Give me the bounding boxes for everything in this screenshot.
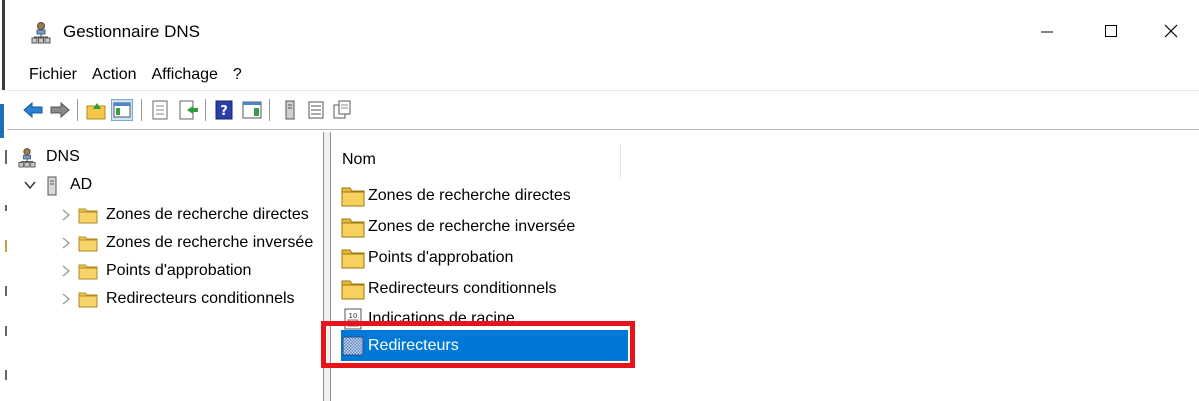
left-screen-edge (0, 0, 7, 401)
tree-node-reverse-zones[interactable]: Zones de recherche inversée (58, 230, 313, 256)
tree-node-server[interactable]: AD (22, 172, 92, 198)
maximize-button[interactable] (1083, 12, 1139, 54)
back-arrow-icon[interactable] (22, 99, 44, 121)
tree-node-forward-zones[interactable]: Zones de recherche directes (58, 202, 309, 228)
server-icon (42, 176, 62, 196)
menu-bar: Fichier Action Affichage ? (7, 60, 1199, 90)
window-title: Gestionnaire DNS (63, 22, 201, 41)
highlight-annotation (321, 321, 635, 368)
properties-icon[interactable] (149, 99, 171, 121)
dns-manager-icon (18, 148, 38, 168)
menu-affichage[interactable]: Affichage (151, 65, 217, 85)
menu-help[interactable]: ? (233, 65, 242, 85)
toolbar: ? (7, 90, 1199, 130)
list-item[interactable]: Zones de recherche directes (341, 180, 626, 211)
list-item[interactable]: Zones de recherche inversée (341, 211, 626, 242)
close-button[interactable] (1143, 12, 1199, 54)
server-icon[interactable] (279, 99, 301, 121)
folder-icon (341, 278, 365, 300)
maximize-icon (1103, 23, 1119, 44)
chevron-right-icon[interactable] (58, 207, 74, 223)
column-header-label: Nom (342, 151, 376, 168)
chevron-down-icon[interactable] (22, 177, 38, 193)
tree-label: AD (70, 176, 93, 193)
tree-label: Zones de recherche inversée (106, 234, 314, 251)
column-header-nom[interactable]: Nom (331, 144, 621, 178)
copy-icon[interactable] (331, 99, 353, 121)
up-folder-icon[interactable] (85, 99, 107, 121)
svg-text:?: ? (220, 104, 228, 119)
help-icon[interactable]: ? (213, 99, 235, 121)
show-hide-tree-icon[interactable] (111, 99, 133, 121)
tree-label: Points d'approbation (106, 262, 252, 279)
tree-label: Zones de recherche directes (106, 206, 309, 223)
list-item-label: Zones de recherche inversée (368, 217, 576, 235)
console-pane-icon[interactable] (241, 99, 263, 121)
chevron-right-icon[interactable] (58, 235, 74, 251)
minimize-button[interactable] (1019, 12, 1075, 54)
list-icon[interactable] (305, 99, 327, 121)
folder-icon (341, 247, 365, 269)
list-item-label: Points d'approbation (368, 248, 514, 266)
tree-node-trust-points[interactable]: Points d'approbation (58, 258, 251, 284)
tree-node-dns[interactable]: DNS (18, 144, 80, 170)
dns-manager-icon (31, 22, 51, 44)
folder-icon (78, 234, 98, 252)
folder-icon (78, 262, 98, 280)
list-item-label: Redirecteurs conditionnels (368, 279, 557, 297)
list-item[interactable]: Redirecteurs conditionnels (341, 273, 626, 304)
tree-node-conditional-forwarders[interactable]: Redirecteurs conditionnels (58, 286, 295, 312)
chevron-right-icon[interactable] (58, 263, 74, 279)
tree-label: Redirecteurs conditionnels (106, 290, 295, 307)
title-bar: Gestionnaire DNS (7, 0, 1199, 60)
forward-arrow-icon[interactable] (49, 99, 71, 121)
menu-action[interactable]: Action (92, 65, 136, 85)
close-icon (1163, 23, 1179, 44)
chevron-right-icon[interactable] (58, 291, 74, 307)
folder-icon (341, 185, 365, 207)
list-item[interactable]: Points d'approbation (341, 242, 626, 273)
svg-text:10: 10 (349, 312, 358, 320)
folder-icon (78, 206, 98, 224)
list-item-label: Zones de recherche directes (368, 186, 571, 204)
folder-icon (341, 216, 365, 238)
console-tree: DNS AD Zones de recherche directes Zones… (18, 140, 323, 401)
tree-label: DNS (46, 148, 80, 165)
menu-fichier[interactable]: Fichier (29, 65, 77, 85)
minimize-icon (1039, 23, 1055, 44)
folder-icon (78, 290, 98, 308)
export-list-icon[interactable] (177, 99, 199, 121)
